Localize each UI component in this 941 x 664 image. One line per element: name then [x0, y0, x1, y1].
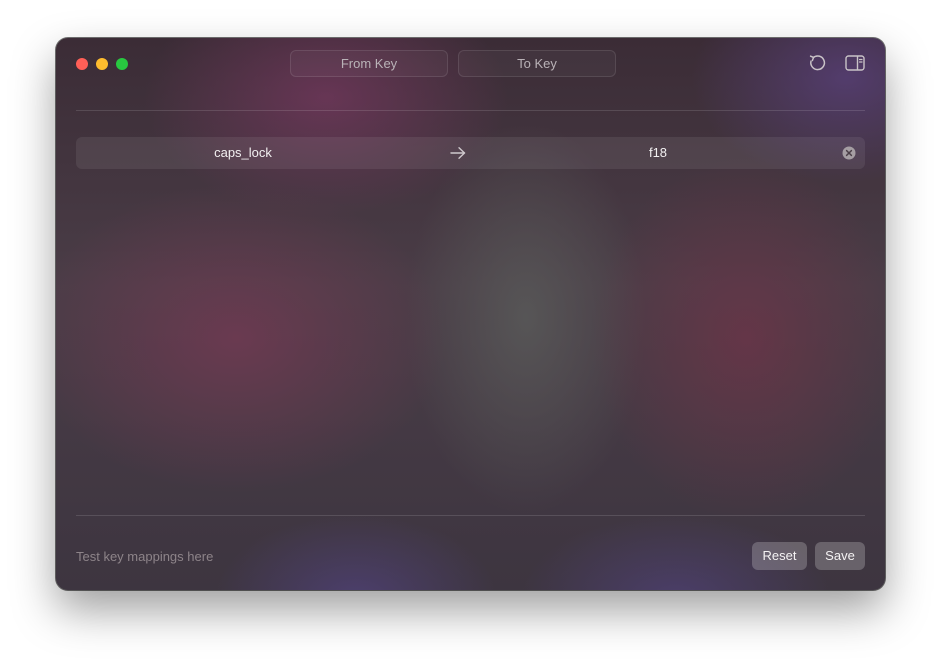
zoom-window-button[interactable] [116, 58, 128, 70]
to-key-header[interactable]: To Key [458, 50, 616, 77]
mapping-to-key[interactable]: f18 [558, 137, 758, 169]
mapping-row[interactable]: caps_lock f18 [76, 137, 865, 169]
reload-icon[interactable] [806, 52, 828, 74]
app-window: From Key To Key caps_lock f18 Test key m… [56, 38, 885, 590]
clear-mapping-icon[interactable] [842, 146, 856, 160]
test-key-mappings-input[interactable] [76, 547, 576, 565]
footer-divider [76, 515, 865, 516]
close-window-button[interactable] [76, 58, 88, 70]
sidebar-toggle-icon[interactable] [844, 52, 866, 74]
from-key-header[interactable]: From Key [290, 50, 448, 77]
reset-button[interactable]: Reset [752, 542, 807, 570]
header-divider [76, 110, 865, 111]
arrow-right-icon [449, 145, 467, 161]
minimize-window-button[interactable] [96, 58, 108, 70]
save-button[interactable]: Save [815, 542, 865, 570]
mapping-from-key[interactable]: caps_lock [143, 137, 343, 169]
